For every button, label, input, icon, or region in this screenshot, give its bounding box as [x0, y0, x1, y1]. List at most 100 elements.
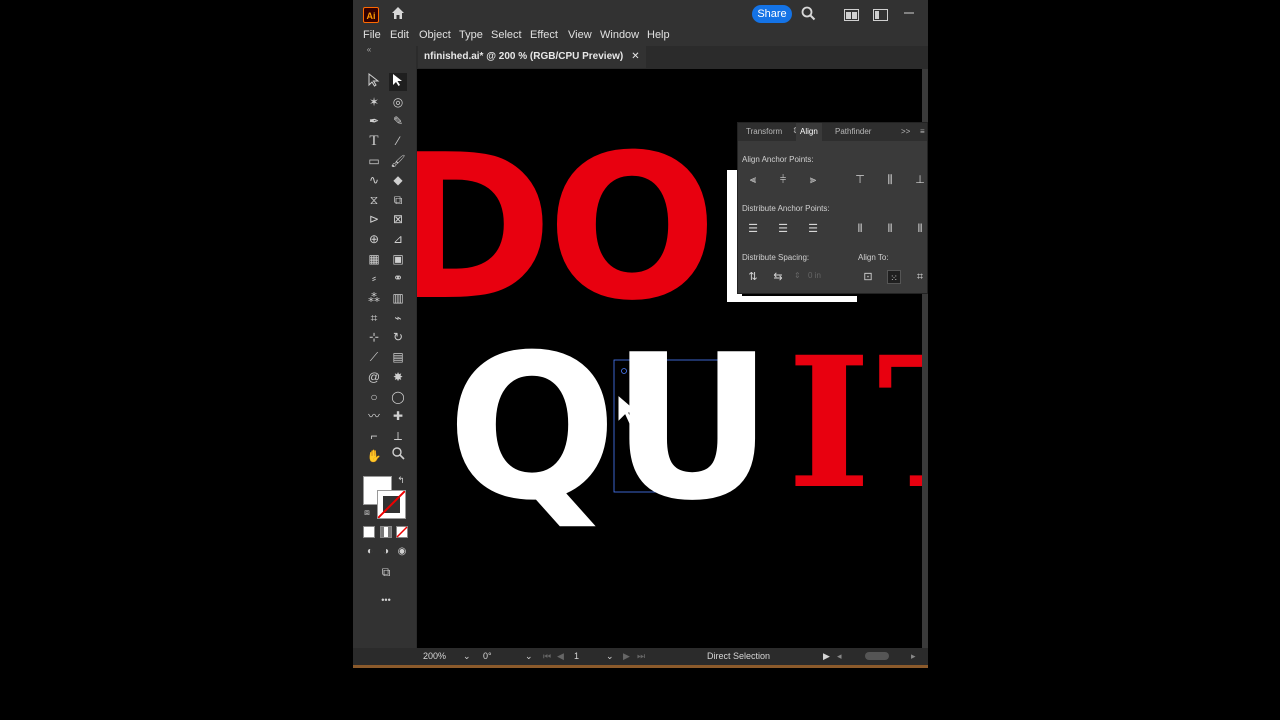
scale-tool-icon[interactable]: ⧉ [389, 191, 407, 209]
panel-menu-button[interactable]: ≡ [920, 127, 925, 136]
column-graph-tool-icon[interactable]: ▥ [389, 289, 407, 307]
arrange-documents-icon[interactable] [844, 8, 859, 26]
first-artboard-icon[interactable]: ⏮ [543, 650, 551, 663]
anchor-point-tool-icon[interactable]: ✚ [389, 407, 407, 425]
shaper-tool-icon[interactable]: ∿ [365, 171, 383, 189]
align-to-artboard-icon[interactable]: ⊡ [861, 270, 875, 284]
free-transform-tool-icon[interactable]: ⊠ [389, 210, 407, 228]
rotation-field[interactable]: 0° ⌄ [481, 650, 535, 663]
menu-edit[interactable]: Edit [390, 29, 409, 41]
minimize-icon[interactable] [904, 4, 914, 22]
tab-transform[interactable]: Transform [746, 127, 782, 136]
knife-tool-icon[interactable]: ⟋ [365, 348, 383, 366]
scroll-right-icon[interactable]: ▸ [911, 650, 916, 663]
direct-selection-tool-icon[interactable] [389, 73, 407, 91]
lasso-tool-icon[interactable]: ◎ [389, 93, 407, 111]
smooth-tool-icon[interactable]: 〰 [365, 407, 383, 425]
horizontal-distribute-center-icon[interactable]: ⦀ [883, 222, 897, 236]
spacing-value-field[interactable]: ⇕ 0 in [794, 269, 834, 283]
vertical-distribute-space-icon[interactable]: ⇅ [746, 270, 760, 284]
perspective-grid-tool-icon[interactable]: ⊿ [389, 230, 407, 248]
screen-mode-icon[interactable]: ⧉ [375, 563, 397, 581]
menu-object[interactable]: Object [419, 29, 451, 41]
menu-type[interactable]: Type [459, 29, 483, 41]
artboard-number-field[interactable]: 1 ⌄ [572, 650, 616, 663]
curvature-tool-icon[interactable]: ✎ [389, 112, 407, 130]
vertical-distribute-center-icon[interactable]: ☰ [776, 222, 790, 236]
symbol-sprayer-tool-icon[interactable]: ⁂ [365, 289, 383, 307]
horizontal-distribute-left-icon[interactable]: ⦀ [853, 222, 867, 236]
next-artboard-icon[interactable]: ▶ [623, 650, 630, 663]
measure-tool-icon[interactable]: ⟂ [389, 427, 407, 445]
blend-tool-icon[interactable]: ⚭ [389, 269, 407, 287]
scroll-left-icon[interactable]: ◂ [837, 650, 842, 663]
vertical-distribute-top-icon[interactable]: ☰ [746, 222, 760, 236]
tab-pathfinder[interactable]: Pathfinder [835, 127, 871, 136]
hand-tool-icon[interactable]: ✋ [365, 447, 383, 465]
document-tab[interactable]: nfinished.ai* @ 200 % (RGB/CPU Preview) ✕ [418, 46, 646, 68]
horizontal-align-center-icon[interactable]: ⫩ [776, 173, 790, 187]
shape-builder-tool-icon[interactable]: ⊕ [365, 230, 383, 248]
ellipse-tool-icon[interactable]: ○ [365, 388, 383, 406]
default-fill-stroke-icon[interactable]: ⧈ [361, 506, 373, 518]
menu-window[interactable]: Window [600, 29, 639, 41]
menu-effect[interactable]: Effect [530, 29, 558, 41]
menu-file[interactable]: File [363, 29, 381, 41]
spacing-stepper-icon[interactable]: ⇕ [794, 269, 801, 283]
artwork-it-text[interactable]: IT [787, 334, 922, 514]
vertical-align-top-icon[interactable]: ⊤ [853, 173, 867, 187]
artwork-do-text[interactable]: DO [417, 129, 717, 329]
stroke-swatch[interactable] [377, 490, 406, 519]
twirl-tool-icon[interactable]: @ [365, 368, 383, 386]
previous-artboard-icon[interactable]: ◀ [557, 650, 564, 663]
zoom-dropdown-icon[interactable]: ⌄ [463, 650, 471, 663]
paintbrush-tool-icon[interactable]: 🖌 [389, 152, 407, 170]
draw-inside-icon[interactable]: ◉ [393, 543, 411, 561]
search-icon[interactable] [801, 6, 816, 26]
type-tool-icon[interactable]: T [365, 132, 383, 150]
reflect-tool-icon[interactable]: ⧖ [365, 191, 383, 209]
align-to-selection-icon[interactable]: ⁙ [887, 270, 901, 284]
selection-tool-icon[interactable] [365, 72, 383, 91]
vertical-distribute-bottom-icon[interactable]: ☰ [806, 222, 820, 236]
gradient-mode-icon[interactable] [380, 525, 392, 538]
panel-expand-button[interactable]: >> [901, 127, 910, 136]
collapse-icon[interactable]: « [360, 46, 378, 54]
zoom-level-field[interactable]: 200% ⌄ [419, 650, 473, 663]
menu-view[interactable]: View [568, 29, 592, 41]
blob-tool-icon[interactable]: ◯ [389, 388, 407, 406]
home-icon[interactable] [390, 5, 406, 26]
artwork-qu-text[interactable]: QU [447, 329, 773, 529]
tab-align[interactable]: Align [796, 123, 822, 141]
magic-wand-tool-icon[interactable]: ✶ [365, 93, 383, 111]
crop-tool-icon[interactable]: ⌐ [365, 427, 383, 445]
align-to-key-object-icon[interactable]: ⌗ [913, 270, 927, 284]
none-mode-icon[interactable] [396, 525, 408, 538]
eraser-tool-icon[interactable]: ◆ [389, 171, 407, 189]
line-tool-icon[interactable]: ⁄ [389, 132, 407, 150]
flare-tool-icon[interactable]: ✸ [389, 368, 407, 386]
warp-tool-icon[interactable]: ▤ [389, 348, 407, 366]
menu-select[interactable]: Select [491, 29, 522, 41]
status-menu-icon[interactable]: ▶ [823, 650, 830, 663]
mesh-tool-icon[interactable]: ▦ [365, 250, 383, 268]
edit-toolbar-button[interactable]: ••• [373, 591, 399, 609]
horizontal-align-right-icon[interactable]: ⫸ [806, 173, 820, 187]
vertical-align-center-icon[interactable]: ⫼ [883, 173, 897, 187]
share-button[interactable]: Share [752, 5, 792, 23]
artboard-dropdown-icon[interactable]: ⌄ [606, 650, 614, 663]
puppet-warp-tool-icon[interactable]: ⊹ [365, 328, 383, 346]
last-artboard-icon[interactable]: ⏭ [637, 650, 645, 663]
eyedropper-tool-icon[interactable]: ⸗ [365, 269, 383, 287]
slice-tool-icon[interactable]: ⌁ [389, 309, 407, 327]
horizontal-scrollbar-thumb[interactable] [865, 652, 889, 660]
color-mode-icon[interactable] [363, 525, 375, 538]
swap-fill-stroke-icon[interactable]: ↰ [395, 474, 407, 486]
horizontal-distribute-right-icon[interactable]: ⦀ [913, 222, 927, 236]
gradient-tool-icon[interactable]: ▣ [389, 250, 407, 268]
horizontal-distribute-space-icon[interactable]: ⇆ [771, 270, 785, 284]
horizontal-align-left-icon[interactable]: ⫷ [746, 173, 760, 187]
rotate-tool-icon[interactable]: ↻ [389, 328, 407, 346]
pen-tool-icon[interactable]: ✒ [365, 112, 383, 130]
artboard-tool-icon[interactable]: ⌗ [365, 309, 383, 327]
